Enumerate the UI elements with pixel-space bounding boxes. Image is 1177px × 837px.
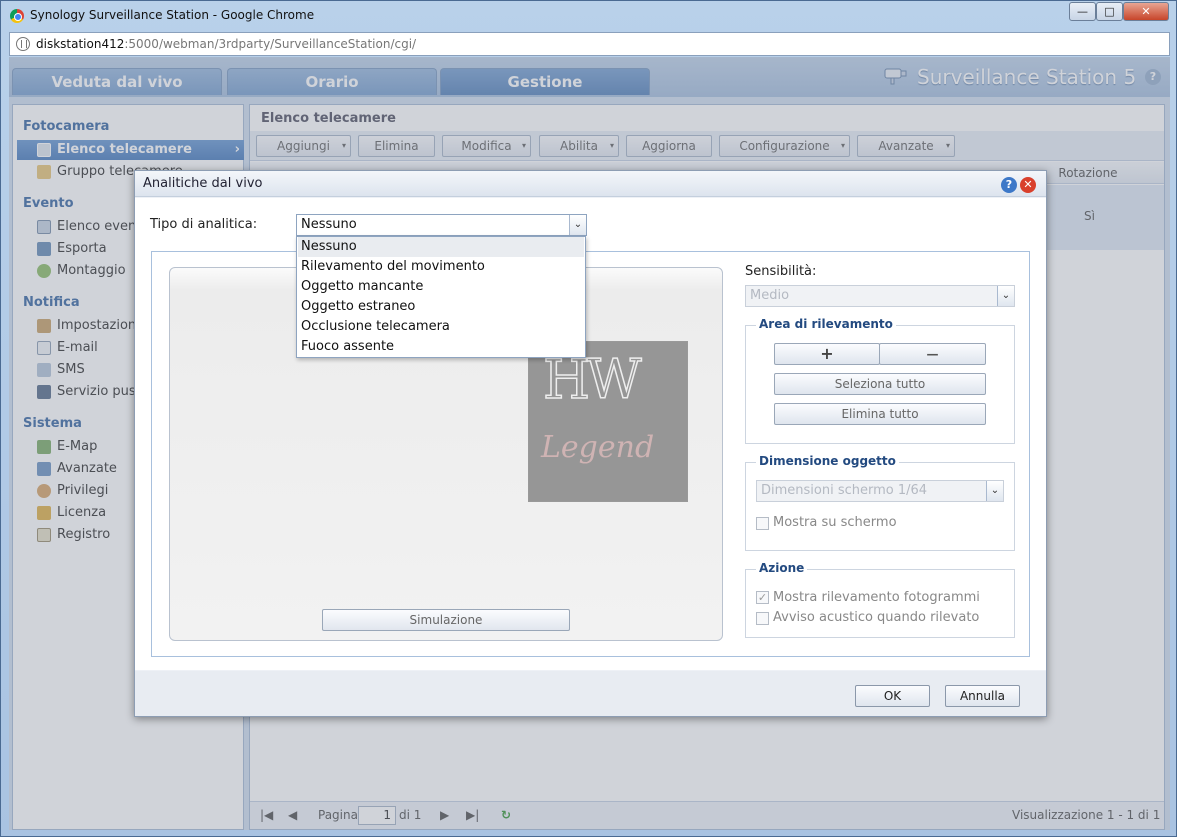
title-bar: Synology Surveillance Station - Google C… xyxy=(1,1,1176,31)
address-bar[interactable]: diskstation412:5000/webman/3rdparty/Surv… xyxy=(9,32,1170,56)
option-none[interactable]: Nessuno xyxy=(298,237,584,257)
chevron-down-icon[interactable]: ⌄ xyxy=(997,286,1014,306)
cancel-button[interactable]: Annulla xyxy=(945,685,1020,707)
chevron-down-icon[interactable]: ⌄ xyxy=(569,215,586,235)
window-title: Synology Surveillance Station - Google C… xyxy=(30,8,315,22)
close-icon[interactable]: ✕ xyxy=(1020,177,1036,193)
page-info-icon[interactable] xyxy=(16,37,30,51)
option-camera-occlusion[interactable]: Occlusione telecamera xyxy=(298,317,584,337)
option-out-of-focus[interactable]: Fuoco assente xyxy=(298,337,584,357)
watermark-logo: HW Legend xyxy=(528,341,688,502)
object-size-title: Dimensione oggetto xyxy=(756,454,899,468)
dialog-body: Tipo di analitica: Nessuno ⌄ HW Legend S… xyxy=(135,198,1046,670)
detection-area-title: Area di rilevamento xyxy=(756,317,896,331)
remove-area-button[interactable]: — xyxy=(879,343,986,365)
action-title: Azione xyxy=(756,561,808,575)
maximize-button[interactable]: □ xyxy=(1096,2,1123,21)
clear-all-button[interactable]: Elimina tutto xyxy=(774,403,986,425)
detection-area-group: Area di rilevamento + — Seleziona tutto … xyxy=(745,317,1015,444)
analytics-frame: HW Legend Simulazione Sensibilità: Medio… xyxy=(151,251,1030,657)
sensitivity-label: Sensibilità: xyxy=(745,264,817,279)
analytics-type-select[interactable]: Nessuno ⌄ xyxy=(296,214,587,236)
chevron-down-icon[interactable]: ⌄ xyxy=(986,481,1003,501)
action-group: Azione ✓ Mostra rilevamento fotogrammi A… xyxy=(745,561,1015,638)
show-on-screen-label: Mostra su schermo xyxy=(773,515,897,530)
url-text: diskstation412:5000/webman/3rdparty/Surv… xyxy=(36,37,417,51)
browser-window: Synology Surveillance Station - Google C… xyxy=(0,0,1177,837)
sensitivity-select[interactable]: Medio ⌄ xyxy=(745,285,1015,307)
option-foreign-object[interactable]: Oggetto estraneo xyxy=(298,297,584,317)
show-on-screen-checkbox[interactable] xyxy=(756,517,769,530)
show-frames-label: Mostra rilevamento fotogrammi xyxy=(773,590,980,605)
ok-button[interactable]: OK xyxy=(855,685,930,707)
dialog-title-bar: Analitiche dal vivo ? ✕ xyxy=(135,171,1046,197)
live-analytics-dialog: Analitiche dal vivo ? ✕ Tipo di analitic… xyxy=(134,170,1047,717)
select-all-button[interactable]: Seleziona tutto xyxy=(774,373,986,395)
analytics-type-label: Tipo di analitica: xyxy=(150,217,258,232)
close-button[interactable]: ✕ xyxy=(1123,2,1169,21)
chrome-icon xyxy=(10,9,24,23)
show-frames-checkbox[interactable]: ✓ xyxy=(756,591,769,604)
simulate-button[interactable]: Simulazione xyxy=(322,609,570,631)
object-size-group: Dimensione oggetto Dimensioni schermo 1/… xyxy=(745,454,1015,551)
object-size-select[interactable]: Dimensioni schermo 1/64 ⌄ xyxy=(756,480,1004,502)
help-icon[interactable]: ? xyxy=(1001,177,1017,193)
minimize-button[interactable]: — xyxy=(1069,2,1096,21)
option-motion-detection[interactable]: Rilevamento del movimento xyxy=(298,257,584,277)
option-missing-object[interactable]: Oggetto mancante xyxy=(298,277,584,297)
dialog-footer: OK Annulla xyxy=(135,671,1046,716)
add-area-button[interactable]: + xyxy=(774,343,880,365)
dialog-title: Analitiche dal vivo xyxy=(143,176,263,191)
beep-checkbox[interactable] xyxy=(756,612,769,625)
analytics-type-dropdown: Nessuno Rilevamento del movimento Oggett… xyxy=(296,236,586,358)
beep-label: Avviso acustico quando rilevato xyxy=(773,610,980,625)
